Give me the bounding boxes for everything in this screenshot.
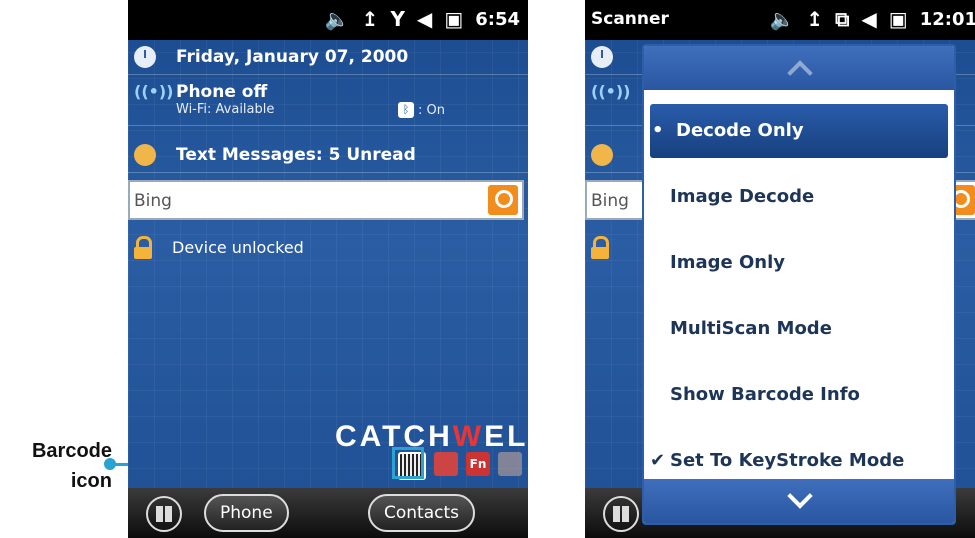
speaker-icon[interactable]: ◀ bbox=[417, 7, 432, 31]
barcode-callout-label: Barcode icon bbox=[20, 436, 112, 496]
phone-softkey[interactable]: Phone bbox=[204, 494, 289, 532]
signal-icon[interactable]: ↥ bbox=[806, 7, 823, 31]
right-phone-screen: Scanner 🔈 ↥ ⧉ ◀ ▣ 12:01 ((•)) Bing • Deco… bbox=[585, 0, 975, 538]
menu-item-label: MultiScan Mode bbox=[670, 318, 832, 339]
lock-status-row[interactable] bbox=[591, 236, 611, 259]
bluetooth-status-text: : On bbox=[418, 102, 445, 118]
callout-line2: icon bbox=[70, 470, 112, 492]
signal-icon[interactable]: ↥ bbox=[362, 7, 379, 31]
phone-status-text: Phone off bbox=[176, 82, 268, 102]
fn-key-icon[interactable]: Fn bbox=[466, 452, 490, 476]
status-bar: 🔈 ↥ Y ◀ ▣ 6:54 bbox=[128, 0, 528, 40]
battery-icon[interactable]: ▣ bbox=[889, 7, 908, 31]
search-input[interactable]: Bing bbox=[591, 191, 629, 211]
contacts-softkey[interactable]: Contacts bbox=[368, 494, 475, 532]
scroll-down-button[interactable] bbox=[644, 479, 954, 523]
status-time[interactable]: 6:54 bbox=[475, 9, 520, 30]
windows-start-button[interactable] bbox=[146, 496, 182, 532]
phone-status-row[interactable]: ((•)) Phone off Wi-Fi: Available ᛒ : On bbox=[128, 75, 528, 126]
chevron-up-icon bbox=[787, 60, 813, 86]
connection-icon[interactable]: ⧉ bbox=[835, 7, 849, 31]
menu-item-label: Decode Only bbox=[676, 120, 804, 141]
search-bar: Bing bbox=[128, 180, 524, 220]
chevron-down-icon bbox=[787, 483, 813, 509]
unlock-icon bbox=[591, 236, 611, 259]
volume-icon[interactable]: 🔈 bbox=[325, 7, 350, 31]
bluetooth-icon: ᛒ bbox=[398, 102, 414, 118]
menu-item[interactable]: • Decode Only bbox=[650, 104, 948, 158]
antenna-icon: ((•)) bbox=[591, 82, 631, 101]
clock-icon bbox=[134, 46, 156, 68]
scanner-mode-menu: • Decode Only Image Decode Image Only MultiS… bbox=[642, 44, 956, 525]
menu-item[interactable]: Image Only bbox=[644, 236, 954, 290]
wifi-status-text: Wi-Fi: Available bbox=[176, 102, 275, 117]
battery-icon[interactable]: ▣ bbox=[444, 7, 463, 31]
status-icons: 🔈 ↥ Y ◀ ▣ 6:54 bbox=[325, 7, 520, 31]
left-phone-screen: 🔈 ↥ Y ◀ ▣ 6:54 Friday, January 07, 2000 … bbox=[128, 0, 528, 538]
barcode-highlight bbox=[392, 447, 424, 479]
volume-icon[interactable]: 🔈 bbox=[769, 7, 794, 31]
status-time[interactable]: 12:01 bbox=[920, 9, 975, 30]
status-icons: 🔈 ↥ ⧉ ◀ ▣ 12:01 bbox=[769, 7, 975, 31]
envelope-icon bbox=[134, 144, 156, 166]
lock-status-row[interactable]: Device unlocked bbox=[134, 236, 304, 259]
envelope-icon bbox=[591, 144, 613, 166]
date-text: Friday, January 07, 2000 bbox=[176, 47, 409, 67]
speaker-icon[interactable]: ◀ bbox=[861, 7, 876, 31]
lock-status-text: Device unlocked bbox=[172, 237, 304, 257]
clock-icon bbox=[591, 46, 613, 68]
windows-start-button[interactable] bbox=[603, 496, 639, 532]
menu-item[interactable]: Image Decode bbox=[644, 170, 954, 224]
lock-icon[interactable] bbox=[498, 452, 522, 476]
search-button[interactable] bbox=[488, 185, 518, 215]
messages-row[interactable]: Text Messages: 5 Unread bbox=[128, 138, 528, 173]
menu-item[interactable]: MultiScan Mode bbox=[644, 302, 954, 356]
menu-item-label: Show Barcode Info bbox=[670, 384, 860, 405]
unlock-icon bbox=[134, 236, 154, 259]
menu-item-label: Image Decode bbox=[670, 186, 815, 207]
antenna-icon: ((•)) bbox=[134, 82, 174, 101]
search-input[interactable]: Bing bbox=[134, 191, 172, 211]
menu-item-label: Image Only bbox=[670, 252, 785, 273]
messages-text: Text Messages: 5 Unread bbox=[176, 145, 416, 165]
menu-item[interactable]: Show Barcode Info bbox=[644, 368, 954, 422]
soft-key-bar: Phone Contacts bbox=[128, 488, 528, 538]
selected-bullet-icon: • bbox=[652, 120, 664, 141]
settings-icon[interactable] bbox=[434, 452, 458, 476]
no-signal-icon[interactable]: Y bbox=[390, 7, 404, 31]
app-title: Scanner bbox=[591, 9, 669, 29]
callout-line1: Barcode bbox=[31, 440, 112, 462]
status-bar: Scanner 🔈 ↥ ⧉ ◀ ▣ 12:01 bbox=[585, 0, 975, 40]
bluetooth-status: ᛒ : On bbox=[398, 102, 445, 118]
brand-logo: CATCHWELL bbox=[335, 420, 528, 453]
date-row[interactable]: Friday, January 07, 2000 bbox=[128, 40, 528, 75]
scroll-up-button[interactable] bbox=[644, 46, 954, 90]
